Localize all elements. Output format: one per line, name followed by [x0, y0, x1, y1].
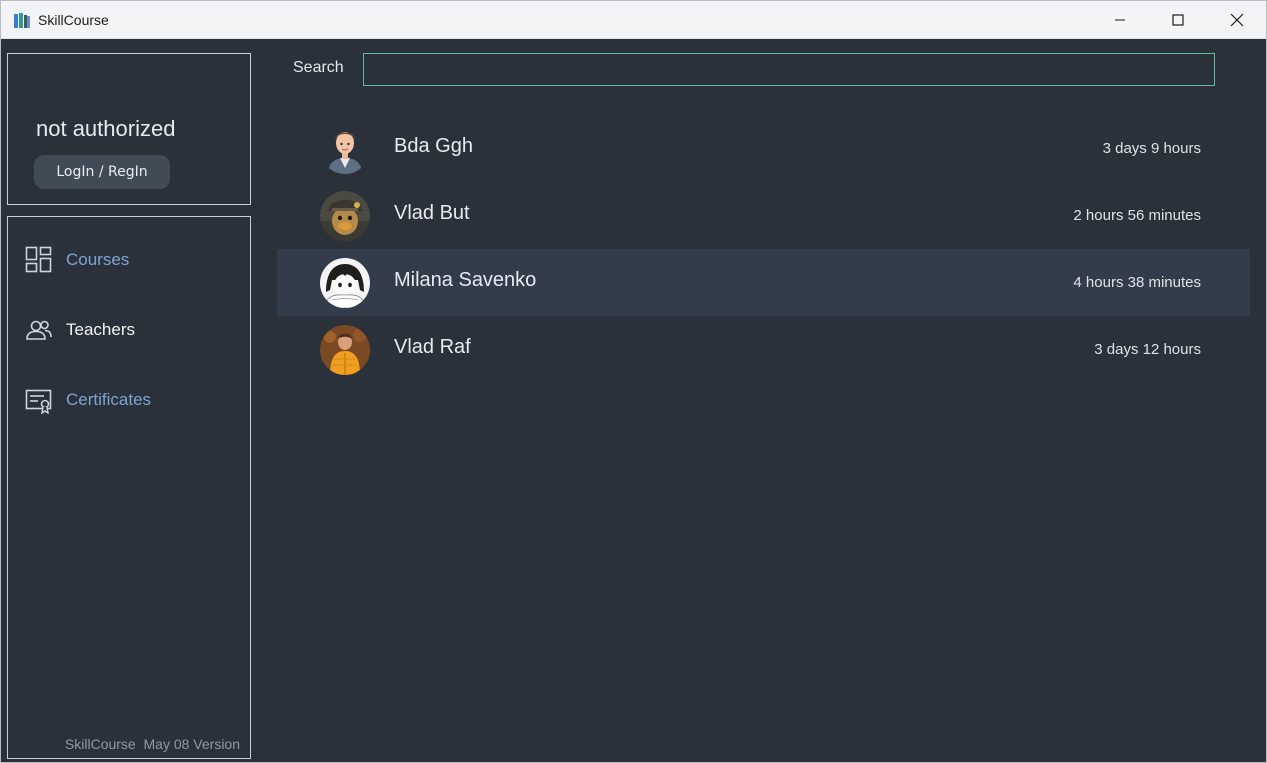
app-window: SkillCourse not authorized LogIn / RegIn [0, 0, 1267, 763]
version-footer: SkillCourse May 08 Version [64, 736, 240, 752]
teacher-name: Vlad But [394, 202, 470, 224]
people-icon [26, 320, 52, 340]
maximize-icon [1172, 14, 1184, 26]
teacher-duration: 4 hours 38 minutes [1073, 274, 1201, 291]
cartoon-man-avatar [320, 124, 370, 174]
list-item[interactable]: Vlad Raf 3 days 12 hours [277, 316, 1250, 383]
search-input[interactable] [363, 53, 1215, 86]
close-button[interactable] [1208, 1, 1266, 39]
duck-hat-avatar [320, 191, 370, 241]
teacher-name: Bda Ggh [394, 135, 473, 157]
teacher-duration: 3 days 9 hours [1102, 140, 1201, 157]
window-title: SkillCourse [38, 12, 109, 28]
client-area: not authorized LogIn / RegIn Courses Tea… [1, 39, 1266, 762]
nav-panel: Courses Teachers Certificates SkillCours… [7, 216, 251, 759]
yellow-jacket-avatar [320, 325, 370, 375]
nav-item-teachers[interactable]: Teachers [8, 310, 250, 350]
nav-item-courses[interactable]: Courses [8, 240, 250, 280]
teacher-name: Milana Savenko [394, 269, 537, 291]
teacher-duration: 2 hours 56 minutes [1073, 207, 1201, 224]
maximize-button[interactable] [1149, 1, 1207, 39]
minimize-button[interactable] [1091, 1, 1149, 39]
list-item[interactable]: Vlad But 2 hours 56 minutes [277, 182, 1250, 249]
teacher-duration: 3 days 12 hours [1094, 341, 1201, 358]
teacher-name: Vlad Raf [394, 336, 471, 358]
list-item[interactable]: Milana Savenko 4 hours 38 minutes [277, 249, 1250, 316]
nav-label-teachers: Teachers [66, 320, 135, 339]
certificate-icon [25, 389, 52, 414]
nav-label-courses: Courses [66, 250, 130, 269]
close-icon [1230, 13, 1244, 27]
auth-status: not authorized [36, 116, 176, 141]
list-item[interactable]: Bda Ggh 3 days 9 hours [277, 115, 1250, 182]
books-icon [14, 13, 30, 28]
minimize-icon [1115, 19, 1125, 21]
search-label: Search [293, 59, 344, 76]
nav-label-certificates: Certificates [66, 390, 152, 409]
teacher-list: Bda Ggh 3 days 9 hours Vlad But 2 hours … [277, 115, 1250, 383]
nav-item-certificates[interactable]: Certificates [8, 380, 250, 420]
anime-girl-avatar [320, 258, 370, 308]
login-register-button[interactable]: LogIn / RegIn [34, 155, 170, 189]
grid-icon [25, 246, 52, 273]
auth-panel: not authorized LogIn / RegIn [7, 53, 251, 205]
title-bar[interactable]: SkillCourse [1, 1, 1266, 39]
